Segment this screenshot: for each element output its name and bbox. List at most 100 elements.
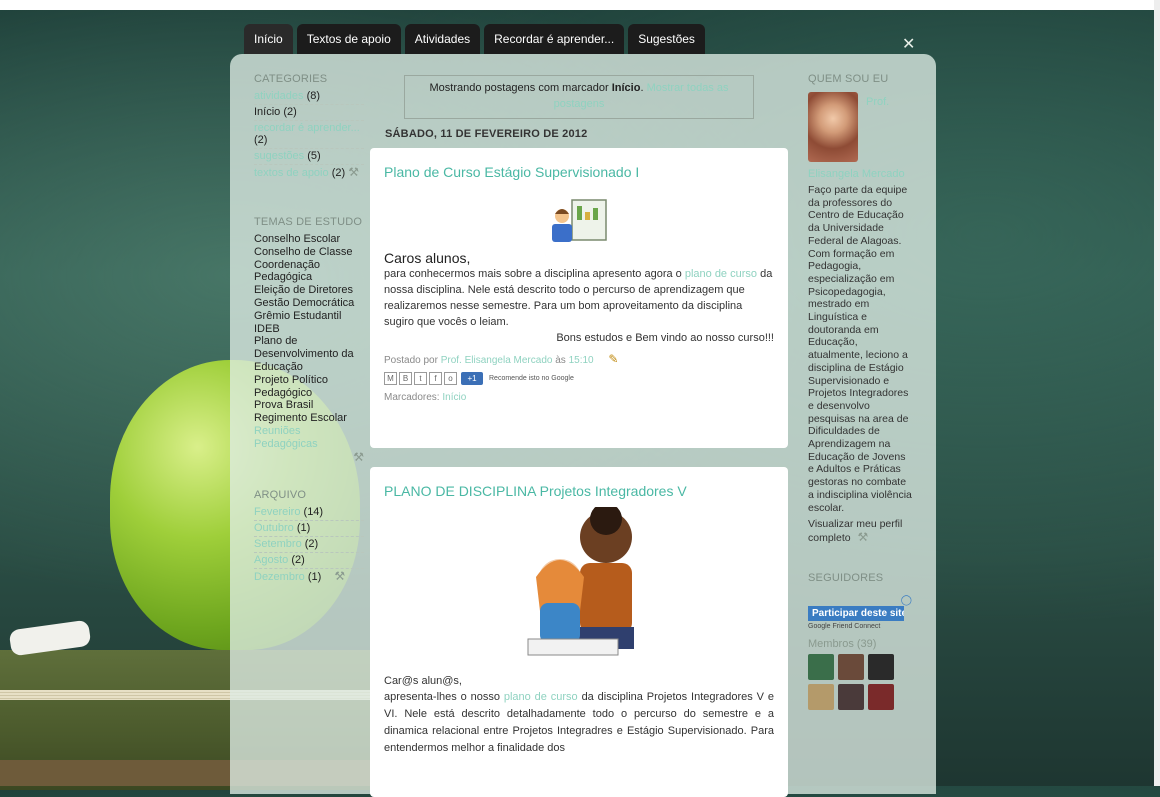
tema-link[interactable]: Reuniões Pedagógicas: [254, 425, 364, 451]
label-filter-box: Mostrando postagens com marcador Início.…: [404, 75, 754, 119]
blog-share-icon[interactable]: B: [399, 372, 412, 385]
tema-link[interactable]: Eleição de Diretores: [254, 284, 364, 297]
list-item[interactable]: sugestões (5): [254, 149, 364, 165]
member-avatar[interactable]: [838, 683, 864, 710]
tab-sugestoes[interactable]: Sugestões: [628, 24, 705, 54]
edit-widget-icon[interactable]: ⚒: [348, 165, 359, 179]
avatar[interactable]: [808, 92, 858, 162]
view-profile-link[interactable]: Visualizar meu perfil completo ⚒: [808, 518, 912, 544]
archive-link[interactable]: Outubro: [254, 522, 294, 534]
post-title[interactable]: PLANO DE DISCIPLINA Projetos Integradore…: [384, 483, 774, 499]
archive-link[interactable]: Fevereiro: [254, 506, 300, 518]
scrollbar[interactable]: [1154, 0, 1160, 786]
edit-widget-icon[interactable]: ⚒: [353, 450, 364, 464]
follow-button[interactable]: Participar deste site: [808, 605, 904, 621]
category-count: (2): [254, 134, 268, 146]
plano-de-curso-link[interactable]: plano de curso: [504, 691, 578, 703]
tab-recordar[interactable]: Recordar é aprender...: [484, 24, 625, 54]
profile-name-link[interactable]: Elisangela Mercado: [808, 168, 912, 180]
tools-icon[interactable]: ✕: [902, 34, 915, 54]
category-link[interactable]: sugestões: [254, 150, 304, 162]
filter-label: Início: [611, 82, 641, 94]
list-item[interactable]: Outubro (1): [254, 521, 364, 538]
filter-prefix: Mostrando postagens com marcador: [429, 82, 612, 94]
list-item[interactable]: atividades (8): [254, 89, 364, 105]
profile-name-link[interactable]: Prof.: [866, 96, 889, 108]
member-avatar[interactable]: [838, 653, 864, 680]
member-thumbnails: [808, 653, 912, 710]
tema-link[interactable]: Coordenação Pedagógica: [254, 259, 364, 285]
tema-link[interactable]: IDEB: [254, 323, 364, 336]
teacher-chart-image: [550, 196, 610, 244]
archive-link[interactable]: Dezembro: [254, 571, 305, 583]
profile-bio: Faço parte da equipe da professores do C…: [808, 184, 912, 514]
tema-link[interactable]: Prova Brasil: [254, 399, 364, 412]
list-item[interactable]: Setembro (2): [254, 537, 364, 554]
plano-de-curso-link[interactable]: plano de curso: [685, 268, 757, 280]
tema-link[interactable]: Regimento Escolar: [254, 412, 364, 425]
archive-count: (2): [291, 554, 305, 567]
temas-list: Conselho Escolar Conselho de Classe Coor…: [254, 233, 364, 464]
tema-link[interactable]: Conselho Escolar: [254, 233, 364, 246]
post-title[interactable]: Plano de Curso Estágio Supervisionado I: [384, 164, 774, 180]
list-item[interactable]: Início (2): [254, 105, 364, 121]
right-sidebar: QUEM SOU EU Prof. Elisangela Mercado Faç…: [808, 72, 912, 710]
edit-widget-icon[interactable]: ⚒: [334, 569, 345, 583]
tema-link[interactable]: Conselho de Classe: [254, 246, 364, 259]
nav-tabs: Início Textos de apoio Atividades Record…: [244, 24, 705, 54]
share-buttons: M B t f o +1 Recomende isto no Google: [384, 372, 774, 385]
tab-textos-de-apoio[interactable]: Textos de apoio: [296, 24, 401, 54]
filter-suffix: .: [640, 82, 644, 94]
post-footer: Postado por Prof. Elisangela Mercado às …: [384, 352, 774, 368]
tema-link[interactable]: Grêmio Estudantil: [254, 310, 364, 323]
post-greeting: Caros alunos,: [384, 250, 471, 266]
list-item[interactable]: Agosto (2): [254, 553, 364, 570]
post-card: PLANO DE DISCIPLINA Projetos Integradore…: [370, 467, 788, 797]
arquivo-title: ARQUIVO: [254, 489, 307, 502]
member-avatar[interactable]: [808, 683, 834, 710]
member-avatar[interactable]: [808, 653, 834, 680]
edit-widget-icon[interactable]: ⚒: [858, 530, 869, 544]
post-text: para conhecermos mais sobre a disciplina…: [384, 268, 685, 280]
member-avatar[interactable]: [868, 683, 894, 710]
author-link[interactable]: Prof. Elisangela Mercado: [441, 355, 553, 366]
edit-pencil-icon[interactable]: ✎: [608, 352, 618, 366]
archive-link[interactable]: Agosto: [254, 554, 288, 566]
tab-inicio[interactable]: Início: [244, 24, 293, 54]
tema-link[interactable]: Projeto Político Pedagógico: [254, 374, 364, 400]
categories-list: atividades (8) Início (2) recordar é apr…: [254, 89, 364, 181]
list-item[interactable]: recordar é aprender... (2): [254, 121, 364, 149]
label-link[interactable]: Início: [442, 392, 466, 403]
window-top-strip: [0, 0, 1160, 10]
tema-link[interactable]: Gestão Democrática: [254, 297, 364, 310]
archive-link[interactable]: Setembro: [254, 538, 302, 550]
list-item[interactable]: Fevereiro (14): [254, 505, 364, 522]
labels-prefix: Marcadores:: [384, 392, 443, 403]
category-link[interactable]: textos de apoio: [254, 167, 329, 179]
list-item[interactable]: textos de apoio (2) ⚒: [254, 165, 364, 181]
email-share-icon[interactable]: M: [384, 372, 397, 385]
google-plus-one-button[interactable]: +1: [461, 372, 483, 385]
category-link[interactable]: recordar é aprender...: [254, 122, 360, 134]
member-avatar[interactable]: [868, 653, 894, 680]
recommend-text: Recomende isto no Google: [489, 375, 574, 382]
post-greeting: Car@s alun@s,: [384, 675, 462, 687]
followers-title: SEGUIDORES: [808, 571, 884, 584]
category-link[interactable]: atividades: [254, 90, 304, 102]
tema-link[interactable]: Plano de Desenvolvimento da Educação: [254, 335, 364, 373]
archive-count: (14): [303, 506, 324, 519]
twitter-share-icon[interactable]: t: [414, 372, 427, 385]
post-text: apresenta-lhes o nosso: [384, 691, 504, 703]
category-link[interactable]: Início: [254, 106, 280, 118]
about-title: QUEM SOU EU: [808, 73, 889, 85]
left-sidebar: CATEGORIES atividades (8) Início (2) rec…: [254, 72, 364, 585]
post-time-link[interactable]: 15:10: [569, 355, 594, 366]
students-reading-image: [514, 503, 654, 667]
facebook-share-icon[interactable]: f: [429, 372, 442, 385]
category-count: (2): [283, 106, 297, 118]
tab-atividades[interactable]: Atividades: [404, 24, 481, 54]
archive-count: (1): [307, 571, 322, 584]
post-closing: Bons estudos e Bem vindo ao nosso curso!…: [556, 332, 774, 344]
list-item[interactable]: Dezembro (1) ⚒: [254, 569, 364, 585]
buzz-share-icon[interactable]: o: [444, 372, 457, 385]
